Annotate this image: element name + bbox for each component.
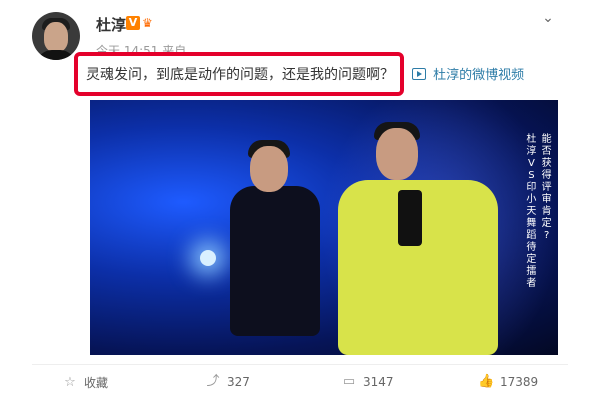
star-icon: ☆ — [64, 374, 76, 390]
subtitle-char: 杜 — [526, 134, 537, 145]
video-link-label: 杜淳的微博视频 — [433, 68, 525, 83]
divider — [32, 364, 568, 365]
favorite-label: 收藏 — [84, 376, 109, 390]
dancer-right-head — [376, 128, 418, 180]
subtitle-char: 天 — [526, 206, 537, 217]
subtitle-column-2: 能 否 获 得 评 审 肯 定 ? — [541, 134, 553, 242]
subtitle-char: 肯 — [541, 206, 552, 217]
subtitle-char: 小 — [526, 194, 537, 205]
repost-icon: ⤴ — [206, 374, 220, 389]
like-count: 17389 — [500, 375, 539, 389]
post-caption: 灵魂发问，到底是动作的问题，还是我的问题啊？ — [86, 67, 394, 83]
dancer-right-shirt — [398, 190, 422, 246]
chevron-down-icon[interactable]: ⌄ — [540, 10, 556, 26]
subtitle-char: 待 — [526, 242, 537, 253]
subtitle-char: 淳 — [526, 146, 537, 157]
avatar-face — [44, 22, 68, 52]
subtitle-char: 舞 — [526, 218, 537, 229]
avatar-shirt — [36, 50, 76, 60]
comment-count: 3147 — [363, 375, 394, 389]
dancer-left-body — [230, 186, 320, 336]
username[interactable]: 杜淳 — [96, 14, 126, 35]
verified-badge-icon: V — [126, 16, 140, 30]
subtitle-char: ? — [543, 230, 550, 241]
subtitle-char: V — [527, 158, 535, 169]
dancer-left-head — [250, 146, 288, 192]
subtitle-char: 定 — [526, 254, 537, 265]
video-subtitle: 杜 淳 V S 印 小 天 舞 蹈 待 定 擂 者 能 否 获 得 评 审 肯 … — [522, 134, 556, 290]
subtitle-char: 得 — [541, 170, 552, 181]
comment-button[interactable]: ▭ 3147 — [341, 374, 394, 390]
video-link[interactable]: 杜淳的微博视频 — [412, 64, 524, 83]
subtitle-char: 者 — [526, 278, 537, 289]
subtitle-char: 能 — [541, 134, 552, 145]
subtitle-char: 蹈 — [526, 230, 537, 241]
subtitle-char: 擂 — [526, 266, 537, 277]
thumbs-up-icon: 👍 — [478, 374, 495, 389]
subtitle-char: 否 — [541, 146, 552, 157]
subtitle-char: 印 — [526, 182, 537, 193]
repost-count: 327 — [227, 375, 250, 389]
subtitle-char: 获 — [541, 158, 552, 169]
subtitle-column-1: 杜 淳 V S 印 小 天 舞 蹈 待 定 擂 者 — [525, 134, 537, 290]
comment-icon: ▭ — [342, 374, 356, 389]
crown-icon: ♛ — [142, 16, 153, 30]
video-player[interactable]: 杜 淳 V S 印 小 天 舞 蹈 待 定 擂 者 能 否 获 得 评 审 肯 … — [90, 100, 558, 355]
action-bar: ☆ 收藏 ⤴ 327 ▭ 3147 👍 17389 — [0, 366, 600, 400]
play-icon — [412, 68, 426, 80]
subtitle-char: 定 — [541, 218, 552, 229]
repost-button[interactable]: ⤴ 327 — [205, 374, 250, 390]
like-button[interactable]: 👍 17389 — [478, 374, 538, 390]
subtitle-char: S — [528, 170, 535, 181]
stage-spotlight — [200, 250, 216, 266]
subtitle-char: 评 — [541, 182, 552, 193]
favorite-button[interactable]: ☆ 收藏 — [62, 374, 108, 391]
avatar[interactable] — [32, 12, 80, 60]
subtitle-char: 审 — [541, 194, 552, 205]
